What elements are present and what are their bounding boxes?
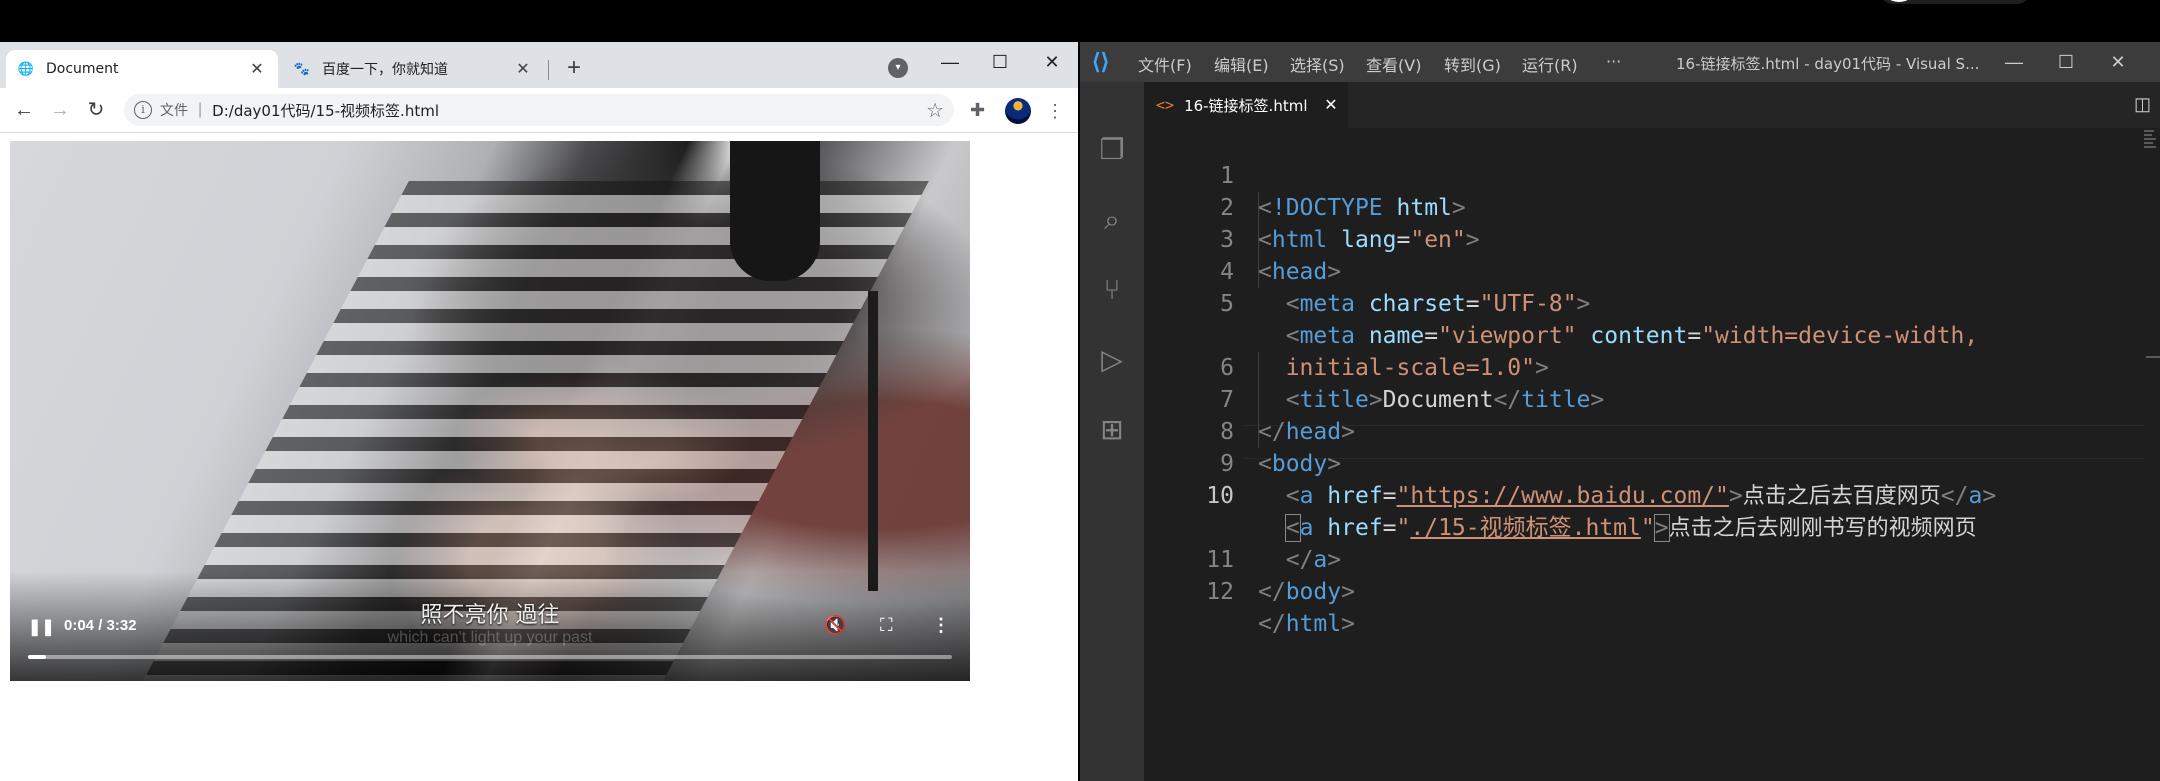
menu-edit[interactable]: 编辑(E): [1214, 52, 1269, 76]
back-arrow-icon[interactable]: ←: [10, 96, 38, 124]
tab-search-icon[interactable]: ▾: [888, 58, 908, 78]
activity-bar: ❐ ⌕ ⑂ ▷ ⊞: [1080, 82, 1144, 781]
window-title: 16-链接标签.html - day01代码 - Visual S...: [1676, 55, 1980, 73]
video-more-icon[interactable]: ⋮: [932, 615, 950, 636]
editor-tab-close-icon[interactable]: ✕: [1320, 95, 1342, 115]
minimize-button[interactable]: —: [930, 48, 970, 76]
video-frame-microphone: [730, 141, 820, 281]
chrome-window: 🌐 Document ✕ 🐾 百度一下，你就知道 ✕ + ▾ — ☐ ✕ ← →…: [0, 42, 1078, 781]
vscode-titlebar: ⟨⟩ 文件(F) 编辑(E) 选择(S) 查看(V) 转到(G) 运行(R) ·…: [1080, 42, 2160, 82]
menu-view[interactable]: 查看(V): [1366, 52, 1421, 76]
tab-document[interactable]: 🌐 Document ✕: [6, 50, 278, 88]
run-debug-icon[interactable]: ▷: [1094, 342, 1130, 378]
code-line-wrapped: </a>: [1285, 547, 1342, 573]
video-progress-bar[interactable]: [28, 655, 952, 659]
scrollbar-marker[interactable]: [2146, 356, 2160, 358]
pause-icon[interactable]: ❚❚: [28, 617, 55, 637]
tab-title: Document: [46, 61, 119, 77]
menu-file[interactable]: 文件(F): [1138, 52, 1192, 76]
vscode-window: ⟨⟩ 文件(F) 编辑(E) 选择(S) 查看(V) 转到(G) 运行(R) ·…: [1080, 42, 2160, 781]
address-scheme-label: 文件: [160, 103, 188, 119]
reload-icon[interactable]: ↻: [82, 96, 110, 124]
code-line-wrapped: initial-scale=1.0">: [1285, 355, 1549, 381]
tab-baidu[interactable]: 🐾 百度一下，你就知道 ✕: [282, 50, 544, 88]
chrome-menu-icon[interactable]: ⋮: [1046, 98, 1064, 124]
globe-icon: 🌐: [17, 61, 35, 76]
menu-more[interactable]: ···: [1606, 52, 1621, 71]
code-line: 11 </body>: [1144, 512, 2144, 605]
info-icon[interactable]: i: [134, 101, 152, 119]
explorer-files-icon[interactable]: ❐: [1094, 132, 1130, 168]
source-control-icon[interactable]: ⑂: [1094, 272, 1130, 308]
browser-toolbar: ← → ↻ i 文件 | D:/day01代码/15-视频标签.html ☆ ✚…: [0, 88, 1078, 133]
search-icon[interactable]: ⌕: [1094, 202, 1130, 238]
code-line: 5 <meta name="viewport" content="width=d…: [1144, 256, 2144, 349]
minimap[interactable]: [2144, 128, 2158, 168]
code-token: html: [1285, 611, 1342, 637]
code-line: 8 <body>: [1144, 384, 2144, 477]
video-player[interactable]: 照不亮你 過往 which can't light up your past ❚…: [10, 141, 970, 681]
tab-title: 百度一下，你就知道: [322, 62, 448, 78]
close-button[interactable]: ✕: [1032, 48, 1072, 76]
code-line-active: 10 <a href="./15-视频标签.html">点击之后去刚刚书写的视频…: [1144, 448, 2144, 542]
menu-go[interactable]: 转到(G): [1444, 52, 1501, 76]
video-frame-cable: [868, 291, 878, 591]
address-bar[interactable]: i 文件 | D:/day01代码/15-视频标签.html ☆: [124, 94, 954, 126]
code-line: 6 <title>Document</title>: [1144, 320, 2144, 413]
new-tab-button[interactable]: +: [560, 54, 588, 82]
line-number: 12: [1206, 579, 1234, 605]
tab-strip: 🌐 Document ✕ 🐾 百度一下，你就知道 ✕ + ▾ — ☐ ✕: [0, 42, 1078, 88]
page-viewport: 照不亮你 過往 which can't light up your past ❚…: [0, 133, 1078, 781]
baidu-paw-icon: 🐾: [293, 61, 311, 76]
minimize-button[interactable]: —: [1994, 48, 2034, 76]
editor-tab-title: 16-链接标签.html: [1184, 96, 1308, 115]
video-time: 0:04 / 3:32: [64, 617, 137, 634]
editor-tab-bar: <> 16-链接标签.html ✕ ◫ ⋯: [1144, 82, 2160, 128]
screen-top-bar: [0, 0, 2160, 42]
maximize-button[interactable]: ☐: [2046, 48, 2086, 76]
close-button[interactable]: ✕: [2098, 48, 2138, 76]
vscode-logo-icon: ⟨⟩: [1092, 49, 1110, 74]
tab-close-button[interactable]: ✕: [248, 59, 266, 79]
address-url[interactable]: D:/day01代码/15-视频标签.html: [212, 100, 439, 121]
code-line: 7 </head>: [1144, 352, 2144, 445]
video-progress-fill: [28, 655, 46, 659]
muted-speaker-icon[interactable]: 🔇: [824, 615, 846, 636]
html-file-icon: <>: [1156, 96, 1175, 114]
code-line: 1 <!DOCTYPE html>: [1144, 128, 2144, 221]
tab-close-button[interactable]: ✕: [514, 59, 532, 79]
code-token: body: [1285, 579, 1342, 605]
bookmark-star-icon[interactable]: ☆: [926, 98, 944, 123]
menu-run[interactable]: 运行(R): [1522, 52, 1578, 76]
profile-avatar[interactable]: [1005, 98, 1031, 124]
extensions-puzzle-icon[interactable]: ✚: [970, 100, 985, 121]
extensions-icon[interactable]: ⊞: [1094, 412, 1130, 448]
editor-tab-active[interactable]: <> 16-链接标签.html ✕: [1144, 82, 1348, 128]
menu-selection[interactable]: 选择(S): [1290, 52, 1345, 76]
code-line: 2 <html lang="en">: [1144, 160, 2144, 253]
code-line: 12 </html>: [1144, 544, 2144, 637]
code-line: 4 <meta charset="UTF-8">: [1144, 224, 2144, 317]
forward-arrow-icon[interactable]: →: [46, 96, 74, 124]
code-editor[interactable]: 1 <!DOCTYPE html> 2 <html lang="en"> 3 <…: [1144, 128, 2160, 781]
code-line: 3 <head>: [1144, 192, 2144, 285]
tab-separator: [548, 60, 549, 80]
code-line: 9 <a href="https://www.baidu.com/">点击之后去…: [1144, 416, 2144, 509]
address-divider: |: [198, 101, 203, 118]
split-editor-icon[interactable]: ◫: [2134, 94, 2151, 115]
fullscreen-icon[interactable]: ⛶: [880, 615, 893, 636]
maximize-button[interactable]: ☐: [980, 48, 1020, 76]
